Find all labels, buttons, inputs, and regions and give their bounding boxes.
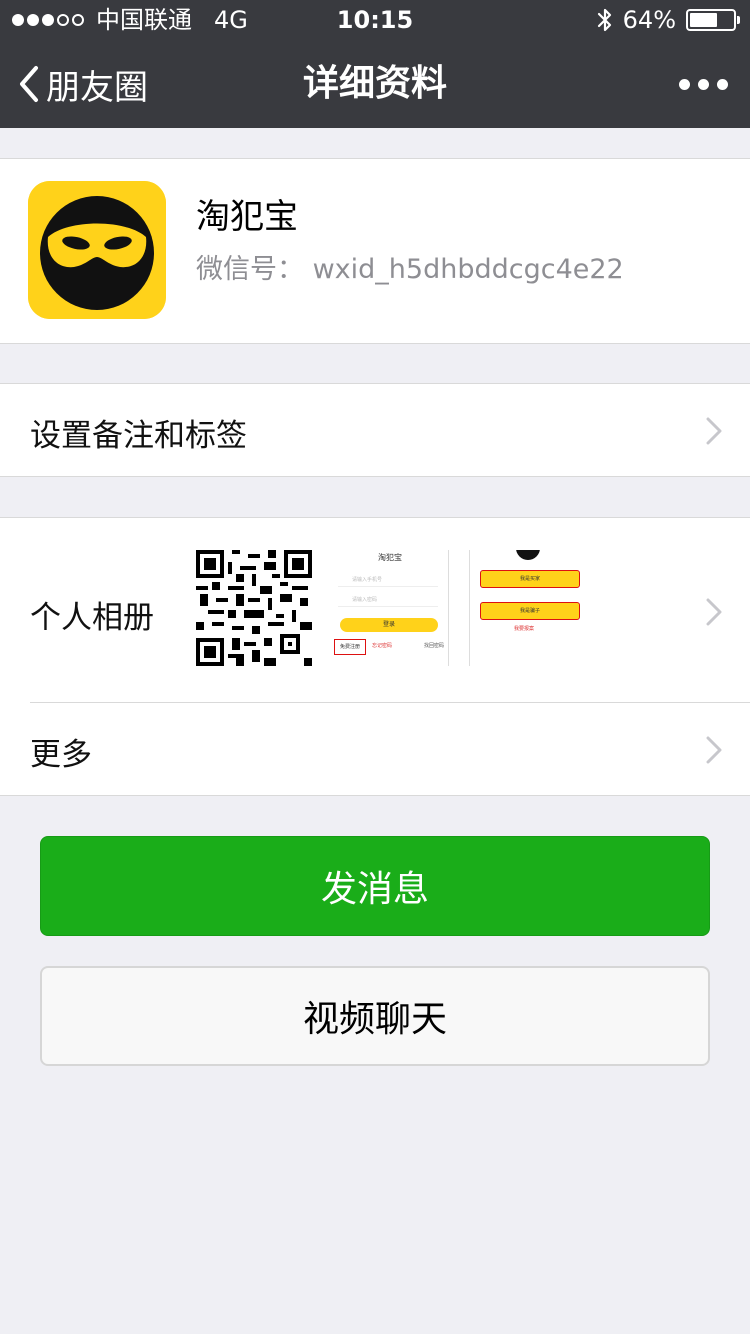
more-label: 更多 xyxy=(30,737,92,773)
top-bar: 中国联通 4G 10:15 64% 朋友圈 详细资料 xyxy=(0,0,750,128)
album-thumbnails: 淘犯宝 请输入手机号 请输入密码 登录 免费注册 忘记密码 找回密码 我是买家 … xyxy=(196,550,586,666)
preview-menu-item-1: 我是买家 xyxy=(519,576,540,582)
battery-percent: 64% xyxy=(622,6,676,34)
album-thumbnail-menu[interactable]: 我是买家 我是骗子 我要报案 xyxy=(469,550,586,666)
preview-menu-item-2: 我是骗子 xyxy=(519,608,540,614)
chevron-right-icon xyxy=(706,598,722,626)
status-right: 64% xyxy=(597,0,740,40)
wechat-id: 微信号： wxid_h5dhbddcgc4e22 xyxy=(196,254,624,285)
video-call-label: 视频聊天 xyxy=(302,999,447,1040)
ninja-mask-logo xyxy=(28,181,166,319)
more-row[interactable]: 更多 xyxy=(0,703,750,795)
navigation-bar: 朋友圈 详细资料 xyxy=(0,40,750,128)
dot-icon xyxy=(679,78,690,90)
qr-code-icon xyxy=(196,550,312,666)
preview-menu-item: 我是买家 xyxy=(480,570,580,588)
page-title: 详细资料 xyxy=(302,63,447,104)
remark-tags-label: 设置备注和标签 xyxy=(30,418,247,454)
preview-register-link: 免费注册 xyxy=(334,639,366,655)
dot-icon xyxy=(717,78,728,90)
preview-menu-link: 我要报案 xyxy=(514,626,535,632)
avatar[interactable] xyxy=(28,181,166,319)
battery-icon xyxy=(686,9,740,31)
preview-menu-item: 我是骗子 xyxy=(480,602,580,620)
preview-password-placeholder: 请输入密码 xyxy=(352,597,378,603)
remark-tags-row[interactable]: 设置备注和标签 xyxy=(0,383,750,477)
bluetooth-icon xyxy=(597,8,611,32)
album-row[interactable]: 个人相册 淘犯宝 请输入手机号 请输入密码 登录 免费注册 忘记密码 找回密码 … xyxy=(0,518,750,702)
album-label: 个人相册 xyxy=(30,600,154,636)
chevron-right-icon xyxy=(706,417,722,445)
preview-forgot-link: 忘记密码 xyxy=(372,643,393,649)
video-call-button[interactable]: 视频聊天 xyxy=(40,966,710,1066)
contact-name: 淘犯宝 xyxy=(196,197,298,237)
preview-third-link: 找回密码 xyxy=(423,643,444,649)
album-thumbnail-login[interactable]: 淘犯宝 请输入手机号 请输入密码 登录 免费注册 忘记密码 找回密码 xyxy=(332,550,449,666)
album-thumbnail-qr[interactable] xyxy=(196,550,312,666)
preview-login-button: 登录 xyxy=(340,618,438,632)
status-bar: 中国联通 4G 10:15 64% xyxy=(0,0,750,40)
preview-password-field: 请输入密码 xyxy=(338,594,438,607)
preview-avatar-circle xyxy=(516,550,540,560)
dot-icon xyxy=(698,78,709,90)
preview-login-label: 登录 xyxy=(382,621,395,628)
preview-title: 淘犯宝 xyxy=(378,553,402,562)
preview-phone-placeholder: 请输入手机号 xyxy=(352,577,383,583)
album-more-section: 个人相册 淘犯宝 请输入手机号 请输入密码 登录 免费注册 忘记密码 找回密码 … xyxy=(0,517,750,796)
preview-register-label: 免费注册 xyxy=(339,644,360,650)
chevron-right-icon xyxy=(706,736,722,764)
preview-phone-field: 请输入手机号 xyxy=(338,574,438,587)
more-options-button[interactable] xyxy=(679,40,728,128)
profile-card: 淘犯宝 微信号： wxid_h5dhbddcgc4e22 xyxy=(0,158,750,344)
send-message-label: 发消息 xyxy=(320,869,429,910)
send-message-button[interactable]: 发消息 xyxy=(40,836,710,936)
